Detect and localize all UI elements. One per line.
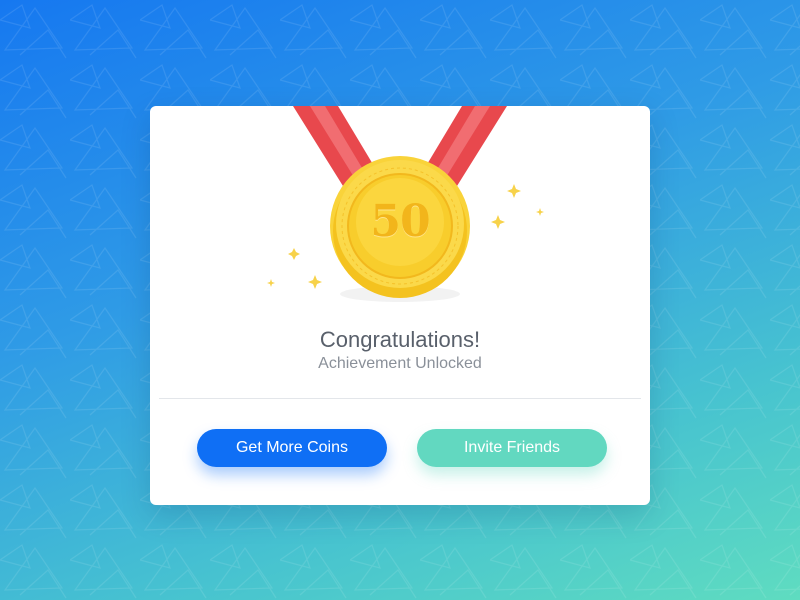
sparkle-icon	[288, 248, 300, 260]
sparkle-icon	[491, 215, 505, 229]
sparkle-icon	[308, 275, 322, 289]
sparkle-icon	[267, 279, 275, 287]
divider	[159, 398, 641, 399]
achievement-dialog: 50 Congratulations! Achievement Unlocked…	[150, 106, 650, 505]
sparkle-icon	[507, 184, 521, 198]
get-more-coins-button[interactable]: Get More Coins	[197, 429, 387, 467]
dialog-title: Congratulations!	[319, 327, 481, 352]
sparkle-icon	[536, 208, 544, 216]
invite-friends-button[interactable]: Invite Friends	[417, 429, 607, 467]
dialog-subtitle: Achievement Unlocked	[318, 355, 482, 372]
